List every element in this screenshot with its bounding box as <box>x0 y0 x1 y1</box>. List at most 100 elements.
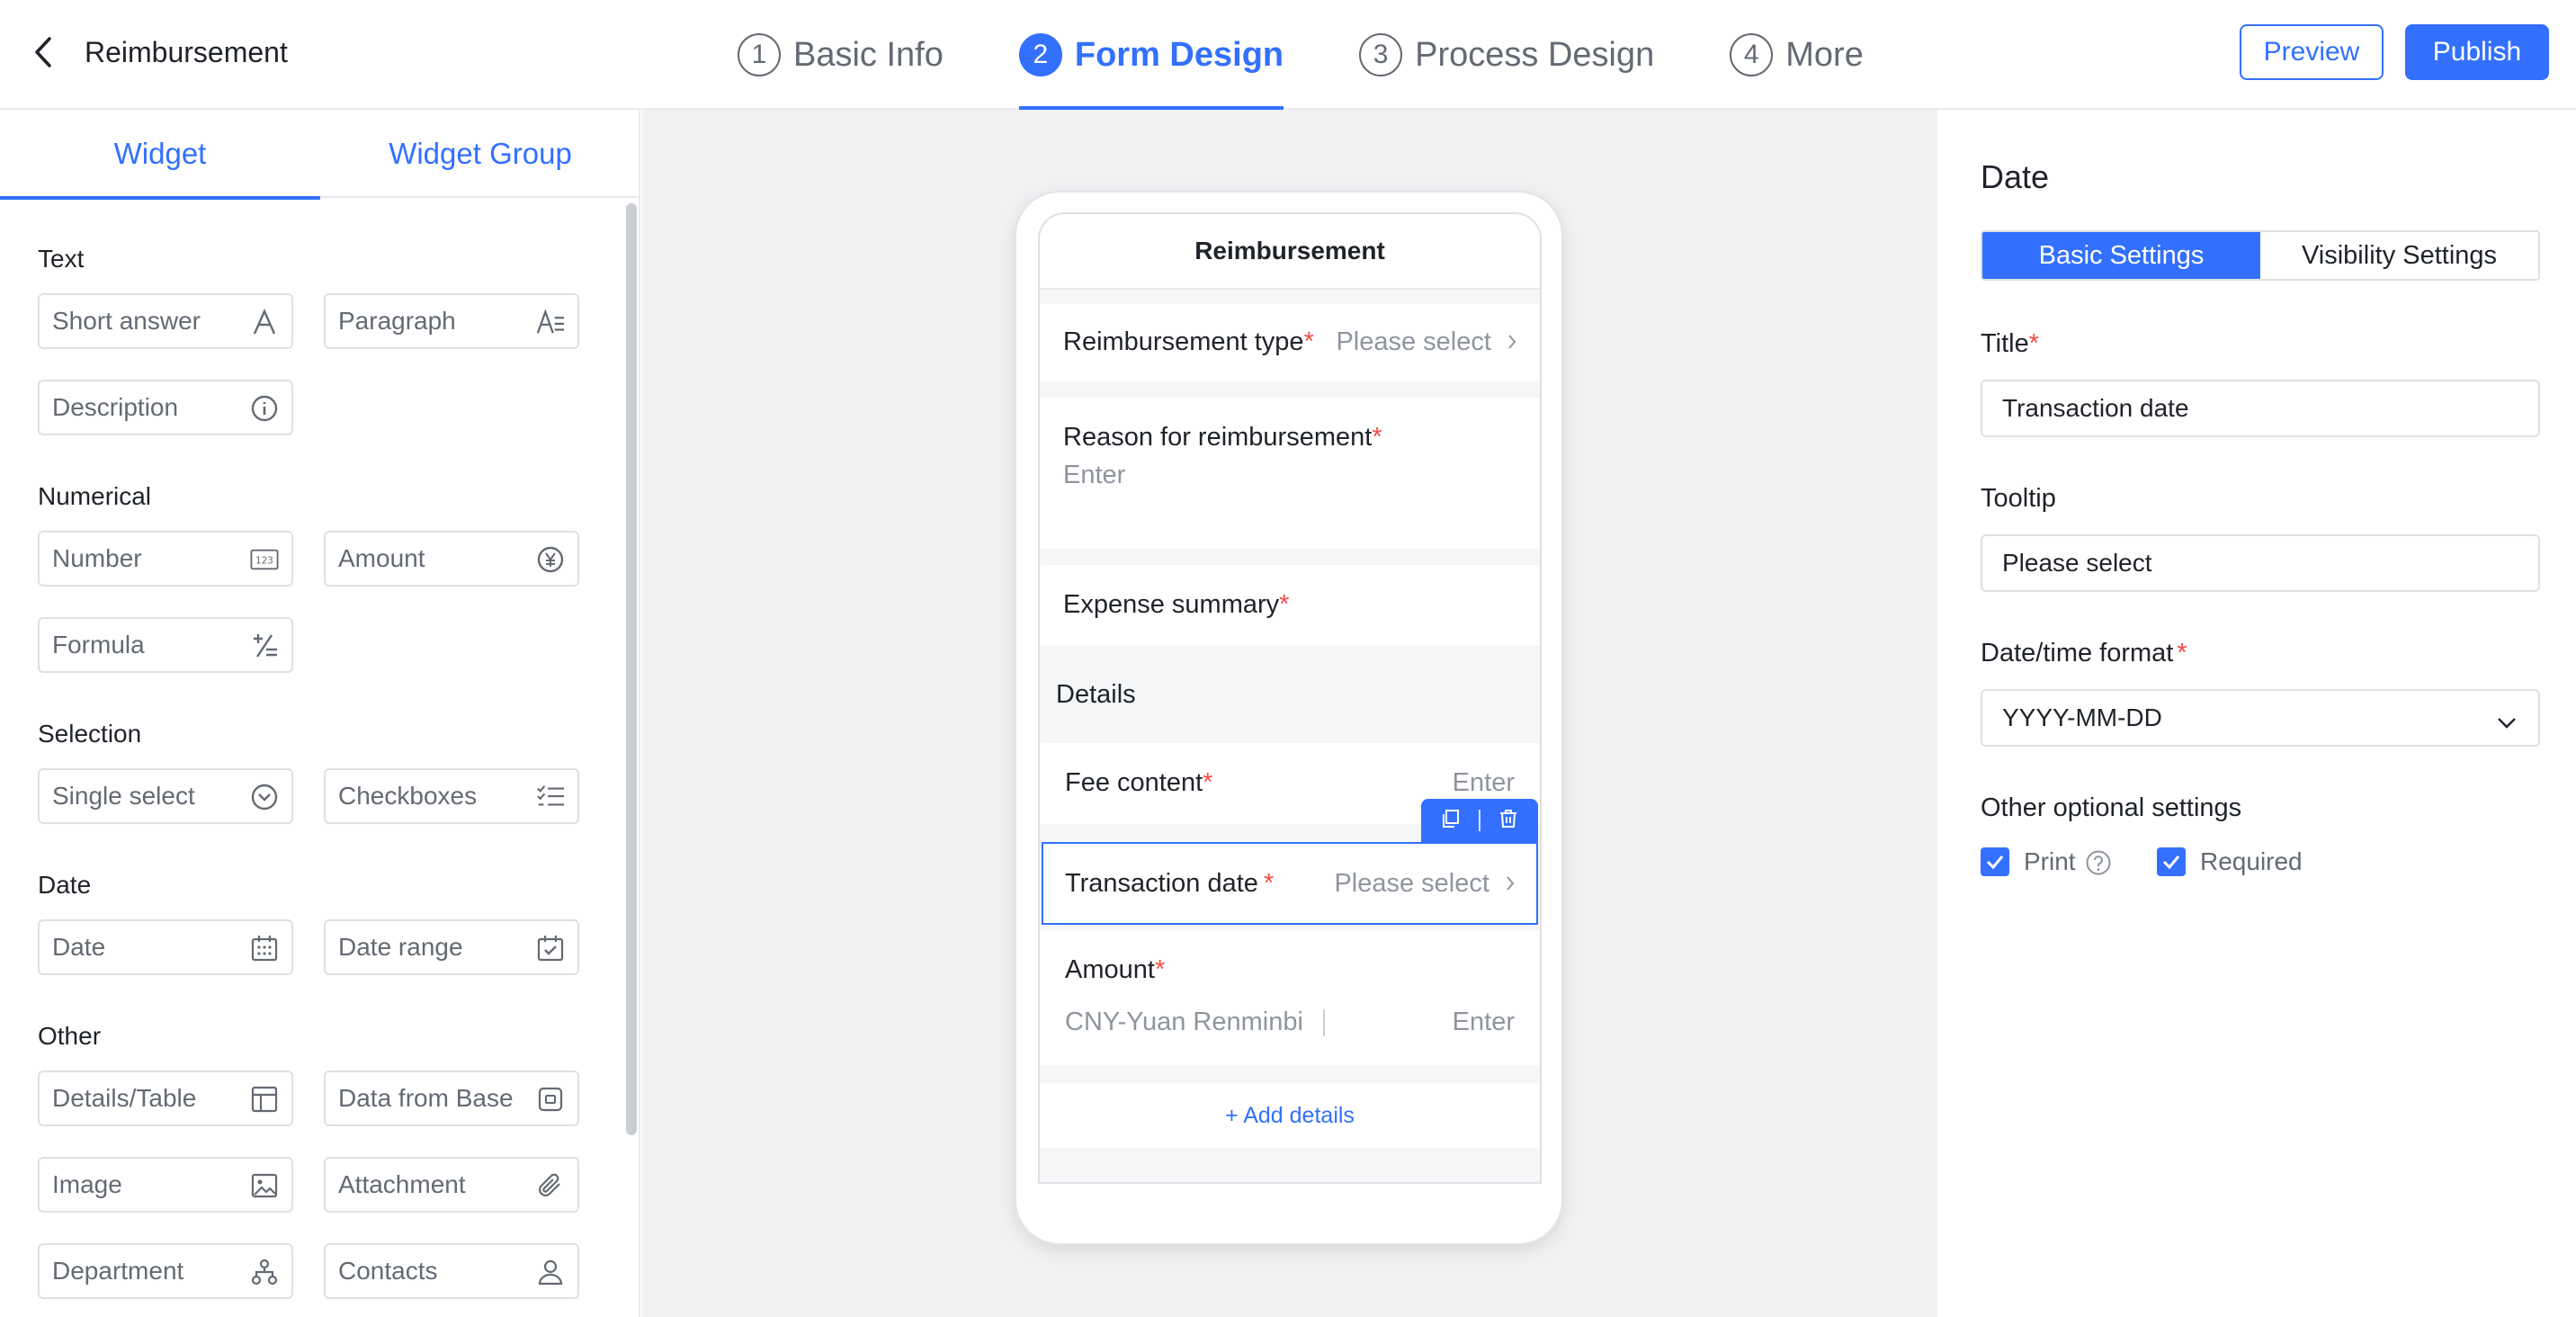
field-reason[interactable]: Reason for reimbursement* Enter <box>1040 398 1540 549</box>
required-label: Required <box>2200 847 2303 875</box>
required-checkbox[interactable] <box>2157 847 2186 876</box>
widget-label: Formula <box>52 631 145 658</box>
divider <box>1322 1009 1325 1037</box>
field-transaction-date[interactable]: Transaction date * Please select <box>1042 842 1538 925</box>
group-title-selection: Selection <box>38 720 142 748</box>
format-select[interactable]: YYYY-MM-DD <box>1981 689 2540 747</box>
group-title-numerical: Numerical <box>38 482 152 510</box>
widget-date[interactable]: Date <box>38 919 293 975</box>
widget-short-answer[interactable]: Short answer <box>38 293 293 349</box>
chevron-down-icon <box>2497 707 2517 736</box>
widget-checkboxes[interactable]: Checkboxes <box>324 768 579 824</box>
step-number: 2 <box>1018 33 1062 76</box>
required-mark: * <box>1203 768 1213 797</box>
yen-coin-icon <box>536 545 565 574</box>
widget-tabs: Widget Widget Group <box>0 110 639 200</box>
tab-basic-settings[interactable]: Basic Settings <box>1982 232 2260 279</box>
details-label: Details <box>1056 680 1136 709</box>
widget-label: Paragraph <box>338 307 456 335</box>
widget-attachment[interactable]: Attachment <box>324 1157 579 1213</box>
print-checkbox[interactable] <box>1981 847 2009 876</box>
widget-panel-scrollbar[interactable] <box>626 203 637 1135</box>
currency-select[interactable]: CNY-Yuan Renminbi <box>1065 1008 1303 1036</box>
checkmark-icon <box>2162 856 2180 870</box>
chevron-circle-icon <box>250 783 279 811</box>
tooltip-input[interactable]: Please select <box>1981 534 2540 592</box>
tooltip-field-label: Tooltip <box>1981 484 2056 513</box>
widget-department[interactable]: Department <box>38 1243 293 1299</box>
widget-details-table[interactable]: Details/Table <box>38 1071 293 1126</box>
tab-visibility-settings[interactable]: Visibility Settings <box>2260 232 2538 279</box>
back-button[interactable] <box>25 34 61 70</box>
step-number: 1 <box>738 33 781 76</box>
widget-number[interactable]: Number 123 <box>38 531 293 587</box>
group-title-other: Other <box>38 1022 102 1050</box>
field-label: Reason for reimbursement <box>1063 423 1373 452</box>
widget-formula[interactable]: Formula <box>38 617 293 673</box>
copy-icon[interactable] <box>1440 808 1462 834</box>
tab-widget-group[interactable]: Widget Group <box>320 110 639 198</box>
field-label: Transaction date <box>1065 869 1258 898</box>
chevron-left-icon <box>35 37 51 67</box>
field-label: Expense summary <box>1063 590 1280 619</box>
paragraph-icon <box>536 308 565 336</box>
widget-label: Single select <box>52 782 195 810</box>
field-expense-summary[interactable]: Expense summary* <box>1040 565 1540 646</box>
step-process-design[interactable]: 3 Process Design <box>1359 0 1654 110</box>
step-label: Basic Info <box>793 35 944 74</box>
step-more[interactable]: 4 More <box>1730 0 1864 110</box>
step-basic-info[interactable]: 1 Basic Info <box>738 0 944 110</box>
field-placeholder: Enter <box>1452 768 1515 797</box>
widget-image[interactable]: Image <box>38 1157 293 1213</box>
group-title-text: Text <box>38 245 85 273</box>
field-label: Amount <box>1065 955 1155 984</box>
base-data-icon <box>536 1085 565 1114</box>
label-text: Date/time format <box>1981 639 2174 667</box>
calendar-check-icon <box>536 934 565 963</box>
chevron-right-icon <box>1507 876 1515 891</box>
top-header: Reimbursement 1 Basic Info 2 Form Design… <box>0 0 2576 110</box>
print-label: Print <box>2024 847 2076 875</box>
widget-panel: Widget Widget Group Text Short answer Pa… <box>0 110 640 1317</box>
help-icon[interactable] <box>2085 849 2112 881</box>
widget-contacts[interactable]: Contacts <box>324 1243 579 1299</box>
field-placeholder: Please select <box>1336 327 1491 356</box>
widget-date-range[interactable]: Date range <box>324 919 579 975</box>
table-icon <box>250 1085 279 1114</box>
required-mark: * <box>1372 423 1382 452</box>
number-123-icon: 123 <box>250 545 279 574</box>
widget-description[interactable]: Description <box>38 380 293 435</box>
widget-label: Details/Table <box>52 1084 197 1112</box>
tab-widget[interactable]: Widget <box>0 110 320 200</box>
widget-paragraph[interactable]: Paragraph <box>324 293 579 349</box>
step-form-design[interactable]: 2 Form Design <box>1018 0 1284 110</box>
widget-label: Checkboxes <box>338 782 478 810</box>
form-title: Reimbursement <box>1040 214 1540 290</box>
title-input[interactable]: Transaction date <box>1981 380 2540 437</box>
widget-single-select[interactable]: Single select <box>38 768 293 824</box>
calendar-icon <box>250 934 279 963</box>
properties-panel: Date Basic Settings Visibility Settings … <box>1937 110 2576 1317</box>
field-label: Fee content <box>1065 768 1203 797</box>
widget-label: Description <box>52 393 179 421</box>
chevron-right-icon <box>1508 335 1516 349</box>
field-reimbursement-type[interactable]: Reimbursement type* Please select <box>1040 304 1540 381</box>
widget-data-from-base[interactable]: Data from Base <box>324 1071 579 1126</box>
other-settings-label: Other optional settings <box>1981 793 2242 822</box>
info-icon <box>250 394 279 423</box>
step-label: Form Design <box>1074 35 1284 74</box>
text-a-icon <box>250 308 279 336</box>
preview-button[interactable]: Preview <box>2240 24 2384 80</box>
widget-amount[interactable]: Amount <box>324 531 579 587</box>
properties-title: Date <box>1981 158 2050 195</box>
step-label: More <box>1785 35 1864 74</box>
widget-label: Date range <box>338 933 463 961</box>
publish-button[interactable]: Publish <box>2405 24 2549 80</box>
add-details-button[interactable]: + Add details <box>1040 1083 1540 1148</box>
widget-label: Department <box>52 1257 184 1285</box>
field-amount[interactable]: Amount* CNY-Yuan Renminbi Enter <box>1040 930 1540 1065</box>
checklist-icon <box>536 783 565 811</box>
delete-icon[interactable] <box>1498 808 1519 834</box>
app-title: Reimbursement <box>85 36 288 68</box>
step-label: Process Design <box>1415 35 1655 74</box>
